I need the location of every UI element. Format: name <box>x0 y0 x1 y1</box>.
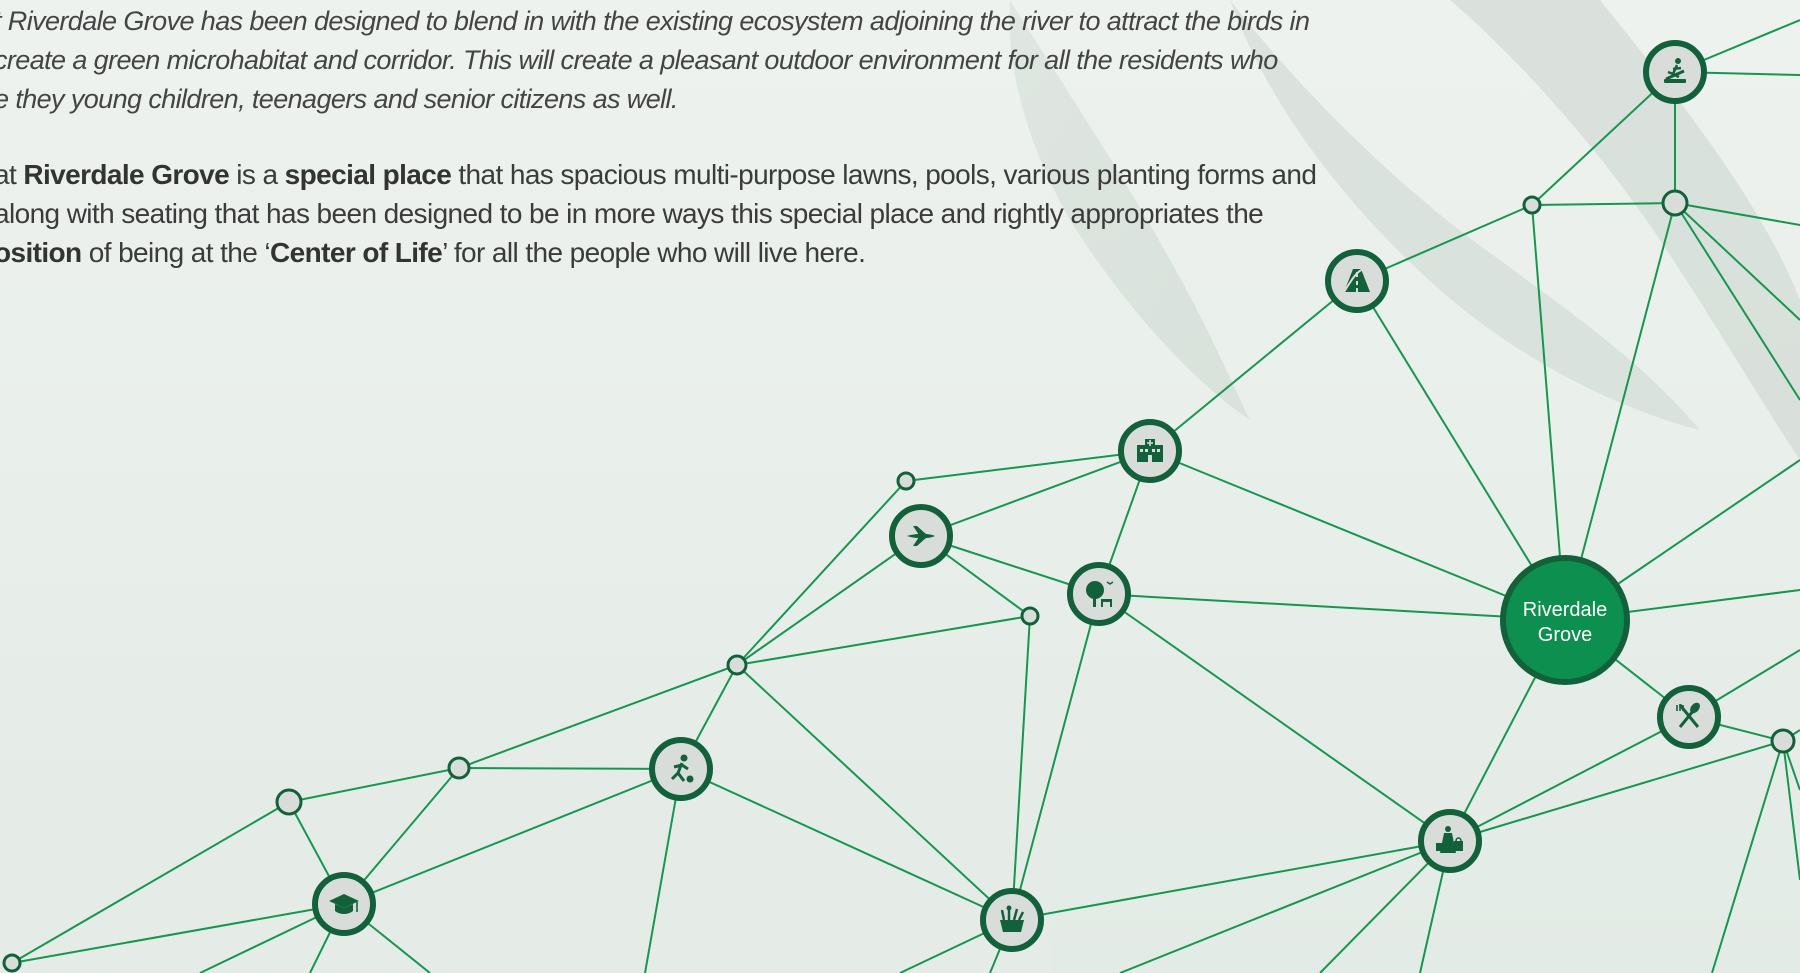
restaurant-icon <box>1657 685 1721 749</box>
network-edge <box>736 480 907 666</box>
network-edge <box>920 450 1151 537</box>
grocery-icon <box>980 888 1044 952</box>
network-edge <box>343 768 682 905</box>
junction-node <box>1770 728 1796 754</box>
network-edge <box>458 767 682 770</box>
network-edge <box>1149 450 1566 621</box>
network-edge <box>736 664 1013 921</box>
education-icon <box>312 872 376 936</box>
network-edge <box>1098 593 1566 621</box>
sports-icon <box>649 737 713 801</box>
junction-node <box>1020 606 1040 626</box>
network-edge <box>1149 280 1358 452</box>
hub-label-line1: Riverdale <box>1523 599 1607 621</box>
junction-node <box>2 953 22 973</box>
junction-node <box>1522 195 1542 215</box>
network-edge <box>1011 615 1031 921</box>
network-edge <box>1119 840 1451 973</box>
hub-label-line2: Grove <box>1538 624 1592 646</box>
amenity-network-diagram: Riverdale Grove <box>2 19 1800 973</box>
junction-node <box>275 788 303 816</box>
network-edge <box>1711 740 1784 973</box>
amenity-nodes <box>312 40 1721 952</box>
gym-icon <box>1643 40 1707 104</box>
junction-node <box>896 471 916 491</box>
network-edge <box>905 450 1151 482</box>
shopping-icon <box>1418 809 1482 873</box>
network-edge <box>736 615 1031 666</box>
hub-node: Riverdale Grove <box>1500 555 1630 685</box>
airport-icon <box>889 504 953 568</box>
network-edge <box>1011 593 1100 921</box>
network-edge <box>1531 202 1676 206</box>
network-edge <box>736 535 922 666</box>
network-edge <box>1449 740 1784 842</box>
network-edge <box>1782 740 1800 881</box>
hospital-icon <box>1118 419 1182 483</box>
park-icon <box>1067 562 1131 626</box>
junction-node <box>447 756 471 780</box>
network-edge <box>1098 593 1451 842</box>
network-edges <box>11 19 1800 973</box>
junction-node <box>1661 189 1689 217</box>
network-edge <box>680 768 1013 921</box>
junction-node <box>726 654 748 676</box>
road-icon <box>1325 249 1389 313</box>
